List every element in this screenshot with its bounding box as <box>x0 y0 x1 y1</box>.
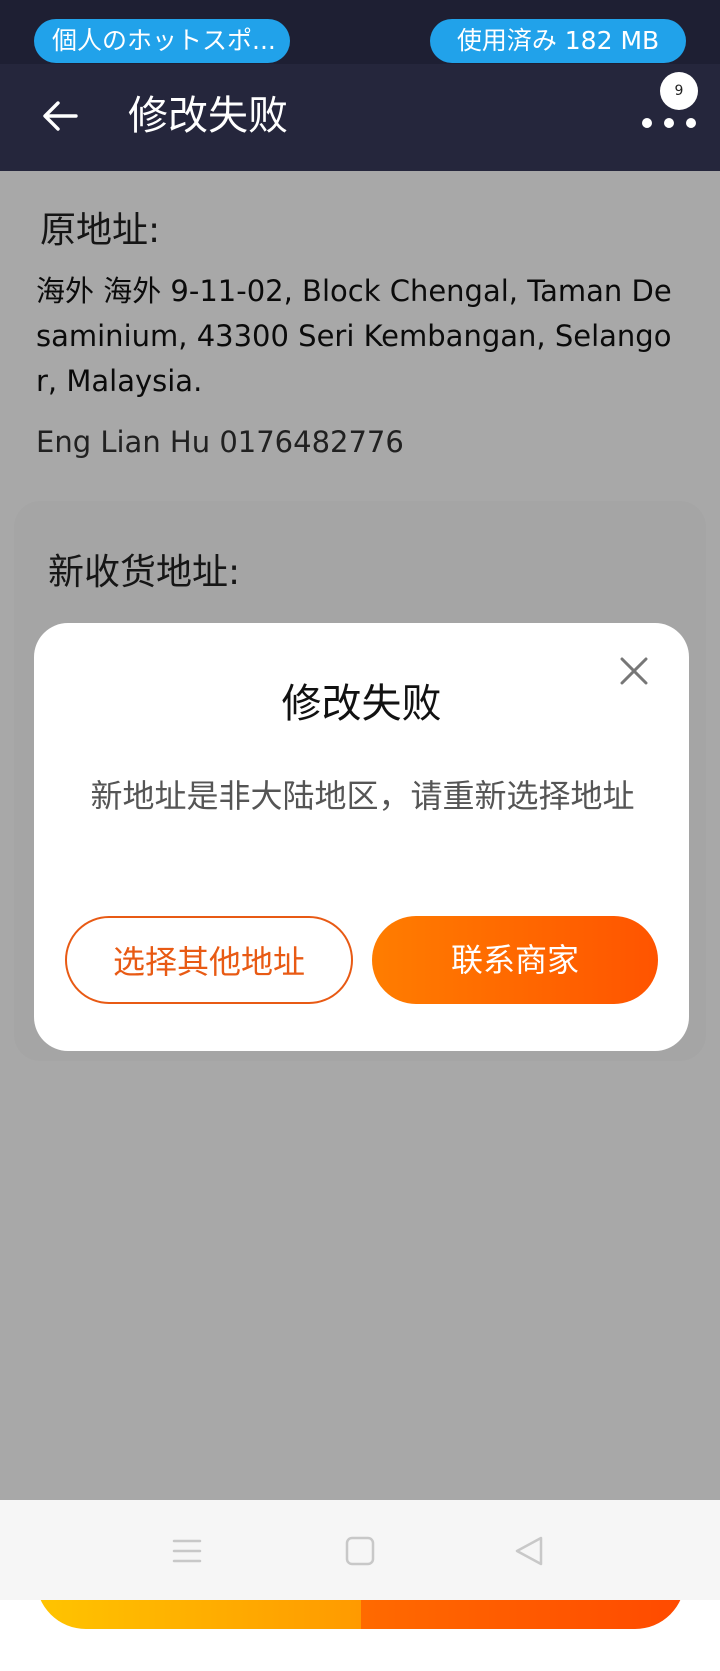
system-nav-bar <box>0 1500 720 1600</box>
data-usage-pill[interactable]: 使用済み 182 MB <box>430 19 686 63</box>
close-icon[interactable] <box>614 651 654 691</box>
app-header: 修改失败 <box>0 64 720 171</box>
dialog-message: 新地址是非大陆地区，请重新选择地址 <box>90 777 635 815</box>
hotspot-pill[interactable]: 個人のホットスポ... <box>34 19 290 63</box>
status-bar: 個人のホットスポ... 使用済み 182 MB <box>0 0 720 64</box>
back-arrow-icon[interactable] <box>40 96 80 136</box>
notification-badge: 9 <box>660 72 698 110</box>
home-icon[interactable] <box>343 1534 377 1568</box>
failure-dialog: 修改失败 新地址是非大陆地区，请重新选择地址 选择其他地址 联系商家 <box>34 623 689 1051</box>
more-options-icon[interactable] <box>640 104 700 134</box>
menu-icon[interactable] <box>170 1534 204 1568</box>
page-title: 修改失败 <box>128 93 288 139</box>
back-icon[interactable] <box>512 1534 546 1568</box>
dialog-title: 修改失败 <box>281 681 442 727</box>
choose-other-address-button[interactable]: 选择其他地址 <box>65 916 353 1004</box>
dialog-contact-merchant-button[interactable]: 联系商家 <box>372 916 658 1004</box>
